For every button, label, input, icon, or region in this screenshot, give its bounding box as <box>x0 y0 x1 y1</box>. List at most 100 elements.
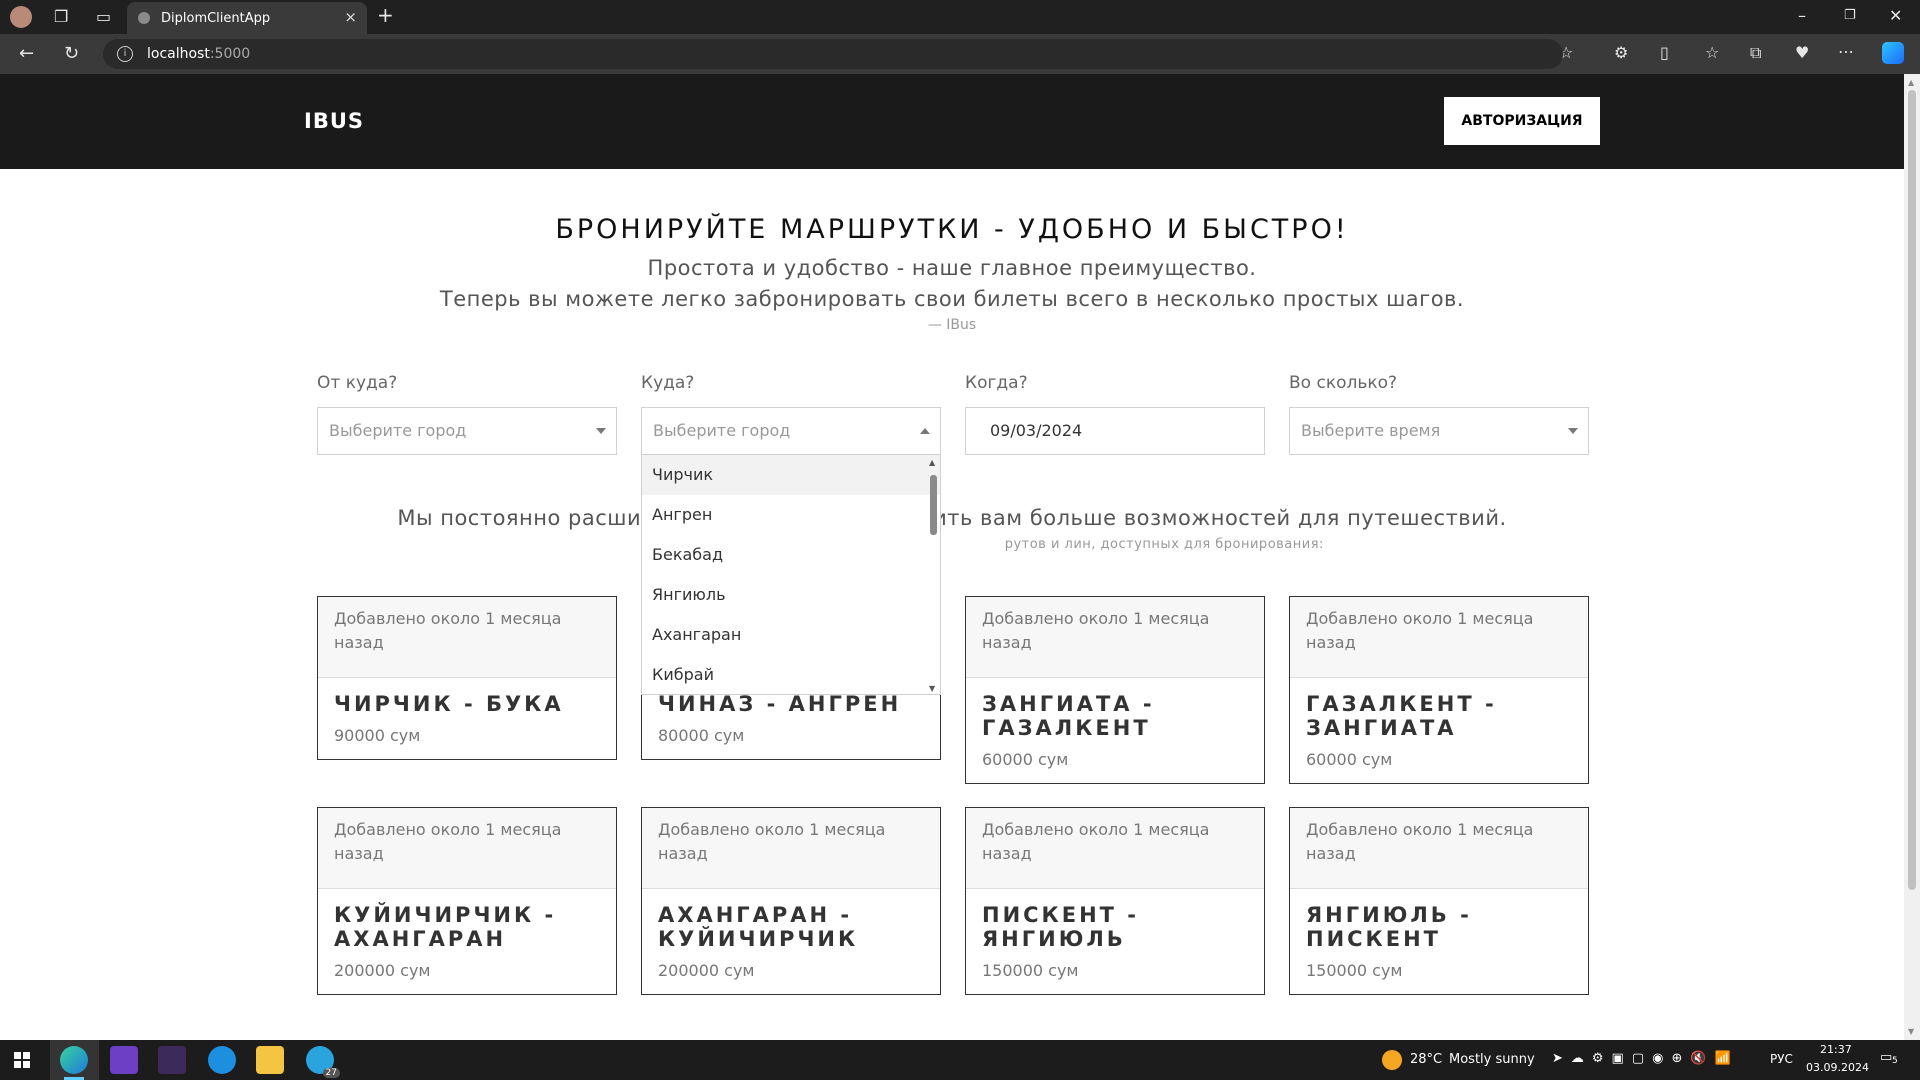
tab-active[interactable]: DiplomClientApp × <box>127 2 367 34</box>
route-card[interactable]: Добавлено около 1 месяца назад КУЙИЧИРЧИК… <box>317 807 617 995</box>
dropdown-option[interactable]: Янгиюль <box>642 575 940 615</box>
route-added-date: Добавлено около 1 месяца назад <box>1290 808 1588 889</box>
route-card-body: ЗАНГИАТА - ГАЗАЛКЕНТ 60000 сум <box>966 678 1264 783</box>
dropdown-option[interactable]: Ангрен <box>642 495 940 535</box>
route-title: ГАЗАЛКЕНТ - ЗАНГИАТА <box>1306 692 1497 740</box>
dropdown-option[interactable]: Кибрай <box>642 655 940 694</box>
city-dropdown-list[interactable]: Чирчик Ангрен Бекабад Янгиюль Ахангаран Кибра… <box>641 455 941 695</box>
hero-line-1: Простота и удобство - наше главное преим… <box>647 256 1257 280</box>
visual-studio-icon[interactable] <box>110 1046 138 1074</box>
route-title: ЧИНАЗ - АНГРЕН <box>658 692 902 716</box>
expand-subtext: рутов и лин, доступных для бронирования: <box>0 537 1904 552</box>
route-price: 200000 сум <box>658 961 755 980</box>
route-card-body: ЯНГИЮЛЬ - ПИСКЕНТ 150000 сум <box>1290 889 1588 994</box>
dropdown-option[interactable]: Ахангаран <box>642 615 940 655</box>
language-indicator[interactable]: РУС <box>1770 1052 1793 1066</box>
time-select[interactable]: Выберите время <box>1289 407 1589 455</box>
hero-line-2: Теперь вы можете легко забронировать сво… <box>439 287 1465 311</box>
date-input[interactable]: 09/03/2024 <box>965 407 1265 455</box>
weather-temp[interactable]: 28°C <box>1410 1052 1442 1067</box>
route-card[interactable]: Добавлено около 1 месяца назад ПИСКЕНТ - … <box>965 807 1265 995</box>
route-added-date: Добавлено около 1 месяца назад <box>318 808 616 889</box>
site-favicon-icon <box>138 12 150 24</box>
browser-tabbar: ❐ ▭ DiplomClientApp × + – ❐ ✕ <box>0 0 1920 34</box>
docker-icon[interactable] <box>208 1046 236 1074</box>
refresh-icon[interactable]: ↻ <box>64 45 79 63</box>
url-port: :5000 <box>209 46 251 62</box>
dropdown-option[interactable]: Бекабад <box>642 535 940 575</box>
scroll-down-icon[interactable]: ▼ <box>1908 1027 1914 1036</box>
chevron-down-icon <box>596 428 606 434</box>
to-label: Куда? <box>641 373 695 393</box>
notification-icon[interactable]: ▭ <box>1880 1050 1892 1065</box>
weather-text[interactable]: Mostly sunny <box>1449 1052 1535 1067</box>
minimize-icon[interactable]: – <box>1798 8 1806 24</box>
to-city-select[interactable]: Выберите город <box>641 407 941 455</box>
route-price: 200000 сум <box>334 961 431 980</box>
route-title: ПИСКЕНТ - ЯНГИЮЛЬ <box>982 903 1139 951</box>
route-card-body: ЧИРЧИК - БУКА 90000 сум <box>318 678 616 759</box>
route-card-body: АХАНГАРАН - КУЙИЧИРЧИК 200000 сум <box>642 889 940 994</box>
workspaces-icon[interactable]: ❐ <box>54 9 68 25</box>
tab-close-icon[interactable]: × <box>344 8 357 26</box>
extensions-icon[interactable]: ⚙ <box>1614 45 1628 61</box>
dropdown-scrollbar[interactable]: ▲ ▼ <box>928 455 938 694</box>
dropdown-option[interactable]: Чирчик <box>642 455 940 495</box>
route-card[interactable]: Добавлено около 1 месяца назад ЗАНГИАТА -… <box>965 596 1265 784</box>
site-header: IBUS АВТОРИЗАЦИЯ <box>0 74 1904 169</box>
favorites-icon[interactable]: ☆ <box>1705 45 1719 61</box>
close-window-icon[interactable]: ✕ <box>1889 8 1902 24</box>
from-city-placeholder: Выберите город <box>329 421 467 440</box>
tab-title: DiplomClientApp <box>161 10 271 26</box>
copilot-icon[interactable] <box>1882 42 1904 64</box>
tab-actions-icon[interactable]: ▭ <box>96 9 111 25</box>
address-bar[interactable]: i localhost:5000 <box>103 39 1563 69</box>
telegram-icon[interactable]: 27 <box>306 1046 340 1078</box>
split-screen-icon[interactable]: ▯ <box>1660 45 1669 61</box>
route-added-date: Добавлено около 1 месяца назад <box>1290 597 1588 678</box>
file-explorer-icon[interactable] <box>256 1046 284 1074</box>
scroll-down-icon[interactable]: ▼ <box>929 684 935 693</box>
expand-text: Мы постоянно расширяем предоставить вам … <box>0 506 1904 530</box>
route-price: 60000 сум <box>982 750 1069 769</box>
more-menu-icon[interactable]: ⋯ <box>1838 44 1854 60</box>
route-card[interactable]: Добавлено около 1 месяца назад ЧИРЧИК - Б… <box>317 596 617 760</box>
route-title: ЯНГИЮЛЬ - ПИСКЕНТ <box>1306 903 1472 951</box>
dropdown-scroll-thumb[interactable] <box>930 475 937 535</box>
terminal-icon[interactable] <box>158 1046 186 1074</box>
clock-date[interactable]: 03.09.2024 <box>1806 1061 1869 1074</box>
hero-signature: — IBus <box>927 317 977 333</box>
route-card[interactable]: Добавлено около 1 месяца назад ЯНГИЮЛЬ - … <box>1289 807 1589 995</box>
route-title: ЗАНГИАТА - ГАЗАЛКЕНТ <box>982 692 1155 740</box>
route-price: 80000 сум <box>658 726 745 745</box>
route-card[interactable]: Добавлено около 1 месяца назад ГАЗАЛКЕНТ … <box>1289 596 1589 784</box>
scroll-up-icon[interactable]: ▲ <box>1908 78 1914 87</box>
route-title: ЧИРЧИК - БУКА <box>334 692 564 716</box>
from-city-select[interactable]: Выберите город <box>317 407 617 455</box>
route-added-date: Добавлено около 1 месяца назад <box>966 808 1264 889</box>
clock-time[interactable]: 21:37 <box>1820 1043 1852 1056</box>
weather-icon[interactable] <box>1382 1050 1402 1070</box>
brand-logo[interactable]: IBUS <box>304 109 364 133</box>
from-label: От куда? <box>317 373 398 393</box>
page-scrollbar[interactable]: ▲ ▼ <box>1904 74 1920 1040</box>
new-tab-icon[interactable]: + <box>377 5 394 25</box>
route-price: 90000 сум <box>334 726 421 745</box>
windows-start-icon[interactable] <box>14 1052 30 1068</box>
performance-icon[interactable]: ♥ <box>1795 45 1809 61</box>
route-card[interactable]: Добавлено около 1 месяца назад АХАНГАРАН … <box>641 807 941 995</box>
when-label: Когда? <box>965 373 1028 393</box>
login-button[interactable]: АВТОРИЗАЦИЯ <box>1444 97 1600 145</box>
back-icon[interactable]: ← <box>19 45 34 63</box>
tray-icons[interactable]: ➤☁⚙▣▢◉⊕🔇📶 <box>1552 1051 1739 1066</box>
profile-avatar[interactable] <box>10 6 32 28</box>
scroll-up-icon[interactable]: ▲ <box>929 458 935 467</box>
scrollbar-thumb[interactable] <box>1908 90 1916 890</box>
edge-browser-icon[interactable] <box>60 1046 88 1074</box>
notification-count: 5 <box>1892 1056 1898 1066</box>
time-placeholder: Выберите время <box>1301 421 1441 440</box>
restore-icon[interactable]: ❐ <box>1844 8 1856 24</box>
collections-icon[interactable]: ⧉ <box>1750 45 1761 61</box>
route-price: 150000 сум <box>1306 961 1403 980</box>
site-info-icon[interactable]: i <box>117 46 133 62</box>
